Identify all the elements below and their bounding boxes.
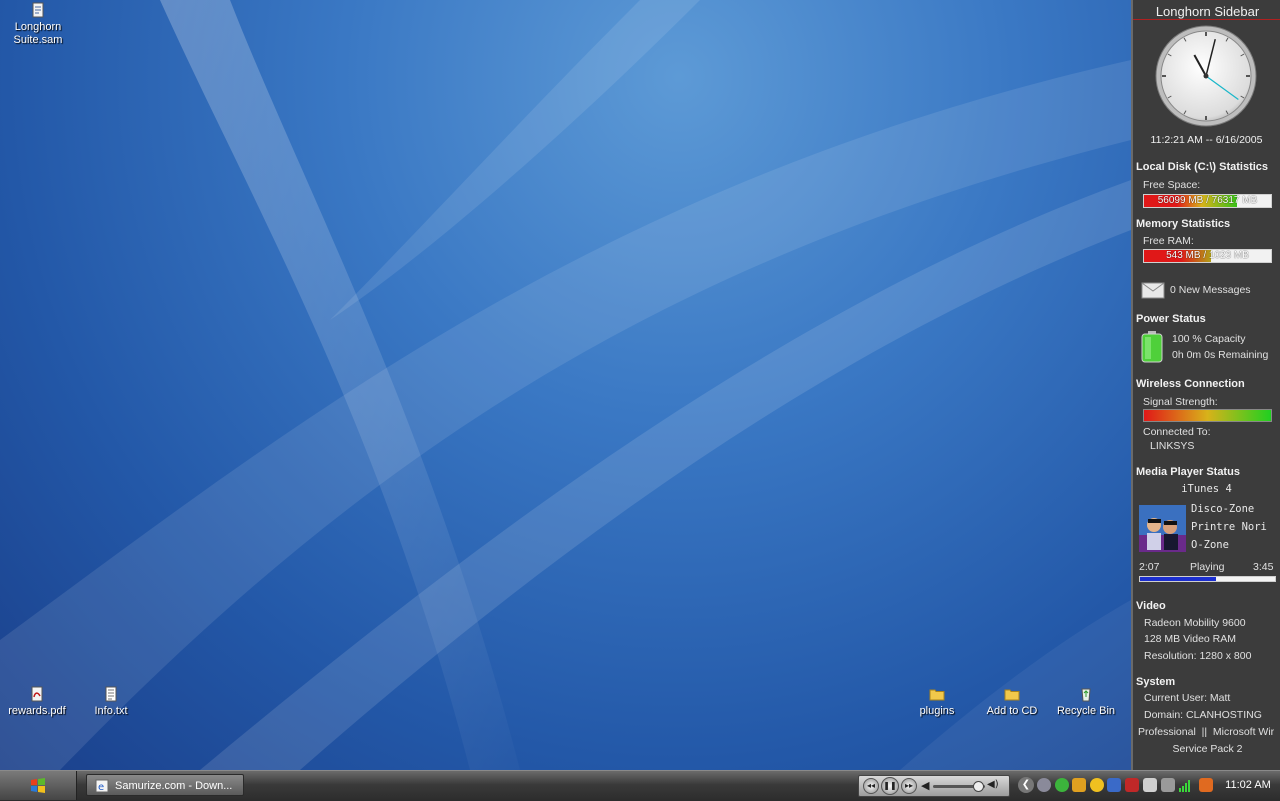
media-player-name: iTunes 4 [1181,483,1232,495]
media-player-toolbar: ◂◂ ❚❚ ▸▸ ◀ ◀) [858,775,1010,797]
video-resolution: Resolution: 1280 x 800 [1144,650,1252,662]
power-capacity: 100 % Capacity [1172,333,1246,345]
desktop: Longhorn Suite.sam rewards.pdf Info.txt … [0,0,1131,770]
media-duration: 3:45 [1253,561,1274,573]
system-heading: System [1136,676,1176,688]
start-button[interactable] [0,771,77,800]
memory-heading: Memory Statistics [1136,218,1231,230]
volume-icon: ◀ [921,779,930,792]
media-artist: O-Zone [1191,539,1229,551]
sidebar-title: Longhorn Sidebar [1155,4,1260,19]
taskbar-window-button[interactable]: e Samurize.com - Down... [86,774,244,796]
pause-button[interactable]: ❚❚ [881,777,899,795]
desktop-icon-add-to-cd[interactable]: Add to CD [974,686,1050,718]
volume-slider[interactable] [933,781,985,792]
system-os: Professional || Microsoft Wir [1138,726,1275,738]
wallpaper [0,0,1131,770]
desktop-icon-label: plugins [919,705,955,717]
folder-icon [929,689,945,701]
text-file-icon [105,686,117,702]
connected-to-label: Connected To: [1143,426,1211,438]
power-heading: Power Status [1136,313,1206,325]
power-remaining: 0h 0m 0s Remaining [1172,349,1269,361]
system-service-pack: Service Pack 2 [1172,743,1243,755]
media-state: Playing [1190,561,1225,573]
desktop-icon-label: Add to CD [986,705,1038,717]
recycle-bin-icon [1081,688,1091,702]
tray-icon-display[interactable] [1107,778,1121,792]
desktop-icon-recycle-bin[interactable]: Recycle Bin [1048,686,1124,718]
system-user: Current User: Matt [1144,692,1231,704]
media-heading: Media Player Status [1136,466,1240,478]
desktop-icon-rewards-pdf[interactable]: rewards.pdf [0,686,75,718]
system-domain: Domain: CLANHOSTING [1144,709,1262,721]
pdf-icon [31,686,43,702]
signal-strength-label: Signal Strength: [1143,396,1218,408]
analog-clock[interactable] [1154,24,1258,128]
taskbar-window-title: Samurize.com - Down... [115,780,233,792]
video-card: Radeon Mobility 9600 [1144,617,1246,629]
windows-logo-icon [31,778,45,793]
folder-icon [1004,689,1020,701]
tray-icon-security[interactable] [1125,778,1139,792]
previous-button[interactable]: ◂◂ [863,778,879,794]
desktop-icon-label: rewards.pdf [8,705,66,717]
tray-icon-battery[interactable] [1199,778,1213,792]
desktop-icon-label: Longhorn Suite.sam [13,21,63,46]
longhorn-sidebar: Longhorn Sidebar 11:2:21 AM -- 6/16/2005… [1131,0,1280,770]
wireless-heading: Wireless Connection [1136,378,1245,390]
clock-datetime: 11:2:21 AM -- 6/16/2005 [1150,134,1263,146]
desktop-icon-label: Recycle Bin [1056,705,1116,717]
disk-heading: Local Disk (C:\) Statistics [1136,161,1269,173]
media-elapsed: 2:07 [1139,561,1160,573]
browser-icon: e [95,779,109,793]
envelope-icon[interactable] [1141,281,1165,299]
tray-collapse-chevron-icon[interactable]: ❮ [1018,777,1034,793]
svg-text:e: e [98,782,104,793]
desktop-icon-plugins[interactable]: plugins [899,686,975,718]
battery-icon [1141,331,1163,363]
memory-usage-value: 543 MB / 1023 MB [1166,250,1249,261]
tray-icon-globe[interactable] [1090,778,1104,792]
tray-icon-network[interactable] [1037,778,1051,792]
media-album: Printre Nori [1191,521,1267,533]
taskbar-clock[interactable]: 11:02 AM [1220,771,1276,800]
tray-icon-messenger[interactable] [1072,778,1086,792]
media-track: Disco-Zone [1191,503,1255,515]
tray-icon-media[interactable] [1055,778,1069,792]
volume-thumb[interactable] [973,781,984,792]
desktop-icon-info-txt[interactable]: Info.txt [73,686,149,718]
taskbar: e Samurize.com - Down... ◂◂ ❚❚ ▸▸ ◀ ◀) ❮… [0,770,1280,801]
memory-free-label: Free RAM: [1143,235,1194,247]
desktop-icon-label: Info.txt [94,705,128,717]
volume-max-icon: ◀) [987,779,999,790]
document-icon [32,2,44,18]
disk-usage-bar: 56099 MB / 76317 MB [1143,194,1272,208]
album-art-icon[interactable] [1139,505,1186,552]
video-heading: Video [1136,600,1166,612]
tray-icon-monitor[interactable] [1143,778,1157,792]
tray-icon-usb[interactable] [1161,778,1175,792]
mail-status[interactable]: 0 New Messages [1170,284,1251,296]
media-progress-fill [1140,577,1216,581]
memory-usage-bar: 543 MB / 1023 MB [1143,249,1272,263]
next-button[interactable]: ▸▸ [901,778,917,794]
video-ram: 128 MB Video RAM [1144,633,1237,645]
desktop-icon-longhorn-suite[interactable]: Longhorn Suite.sam [0,2,76,47]
title-divider [1133,19,1280,20]
disk-usage-value: 56099 MB / 76317 MB [1157,195,1258,206]
wireless-signal-icon[interactable] [1178,778,1194,792]
signal-strength-bar [1143,409,1272,422]
disk-free-label: Free Space: [1143,179,1201,191]
wireless-ssid: LINKSYS [1150,440,1195,452]
signal-strength-fill [1144,410,1271,421]
media-progress-bar[interactable] [1139,576,1276,582]
